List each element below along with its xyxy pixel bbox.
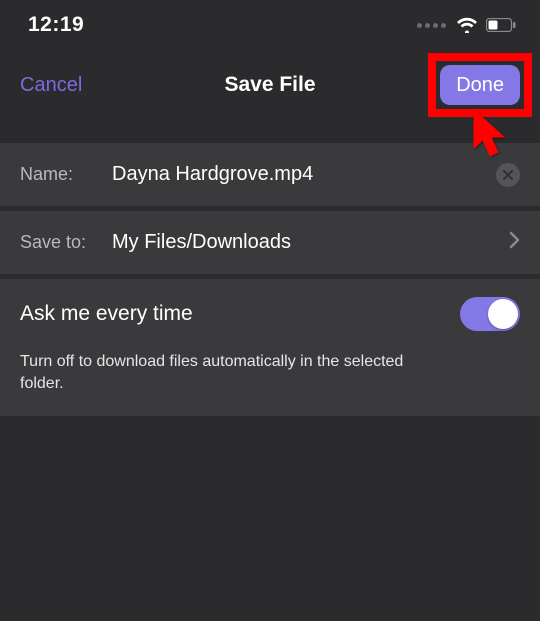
clear-filename-button[interactable] [496,163,520,187]
status-bar: 12:19 [0,0,540,50]
page-title: Save File [224,73,315,97]
close-icon [502,169,514,181]
ask-every-time-row: Ask me every time [20,297,520,331]
save-to-row[interactable]: Save to: My Files/Downloads [0,210,540,274]
wifi-icon [456,17,478,33]
save-to-label: Save to: [20,232,112,253]
filename-label: Name: [20,164,112,185]
status-time: 12:19 [28,13,84,37]
cancel-button[interactable]: Cancel [20,74,82,97]
done-button[interactable]: Done [440,65,520,105]
status-icons [417,17,516,33]
filename-input[interactable] [112,163,496,186]
cellular-dots-icon [417,23,446,28]
battery-icon [486,18,516,32]
ask-every-time-section: Ask me every time Turn off to download f… [0,278,540,416]
ask-every-time-label: Ask me every time [20,302,193,326]
filename-row: Name: [0,142,540,206]
done-button-wrap: Done [440,65,520,105]
ask-every-time-help: Turn off to download files automatically… [20,351,440,394]
save-to-value: My Files/Downloads [112,231,508,254]
ask-every-time-toggle[interactable] [460,297,520,331]
chevron-right-icon [508,231,520,254]
header: Cancel Save File Done [0,50,540,120]
toggle-knob [488,299,518,329]
